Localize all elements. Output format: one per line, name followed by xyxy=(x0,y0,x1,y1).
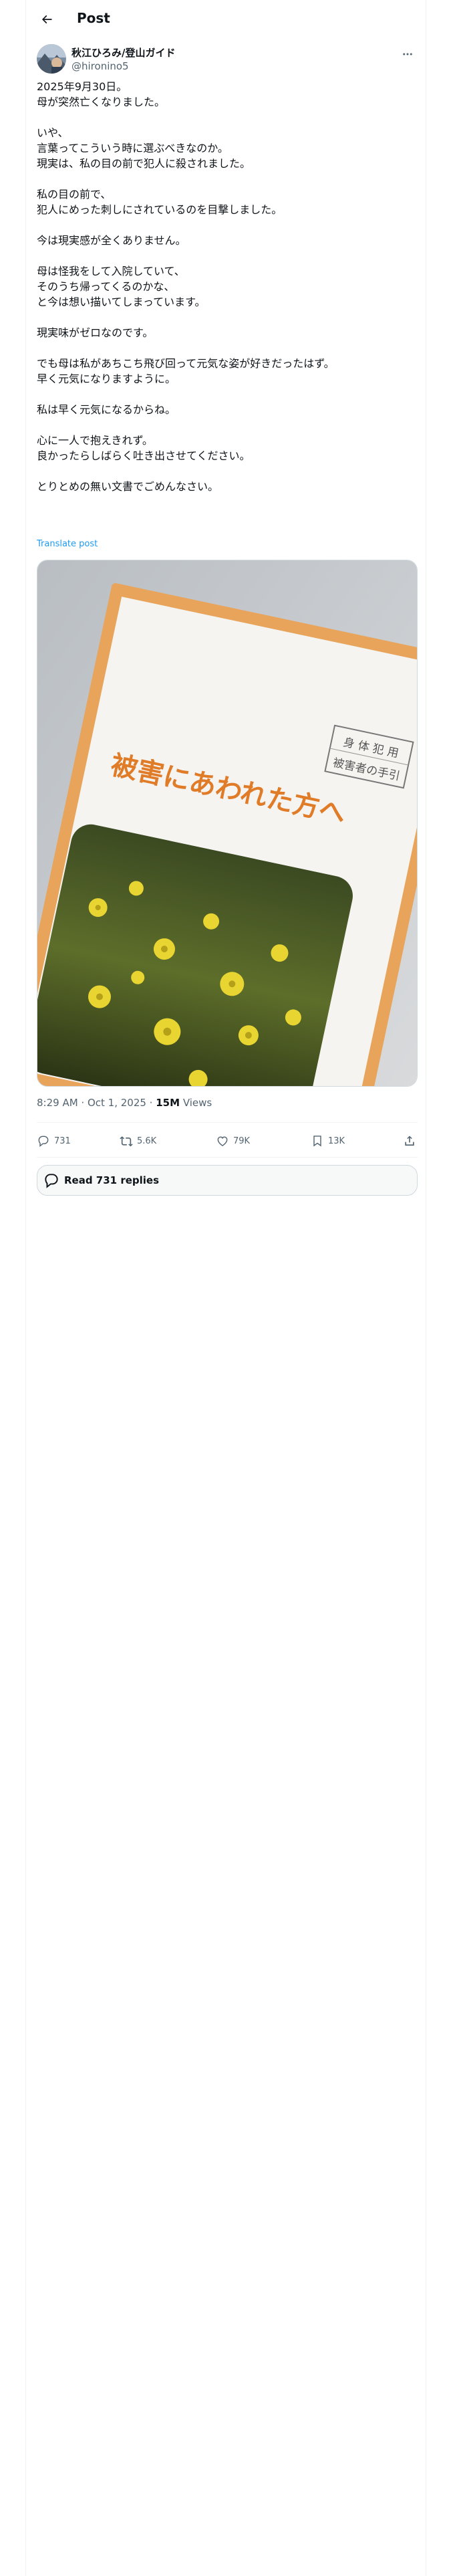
top-bar: Post xyxy=(26,0,427,39)
author-name[interactable]: 秋江ひろみ/登山ガイド xyxy=(71,45,175,60)
back-button[interactable] xyxy=(37,9,57,29)
speech-bubble-icon xyxy=(45,1174,58,1188)
post-image[interactable]: 身 体 犯 用 被害者の手引 被害にあわれた方へ xyxy=(37,560,418,1087)
like-button[interactable]: 79K xyxy=(216,1132,250,1150)
share-button[interactable] xyxy=(403,1132,416,1150)
views-count: 15M xyxy=(156,1097,180,1109)
like-icon xyxy=(217,1136,228,1146)
post-text: 2025年9月30日。 母が突然亡くなりました。 いや、 言葉ってこういう時に選… xyxy=(37,80,335,493)
share-icon xyxy=(405,1136,414,1146)
divider-bottom xyxy=(37,1157,418,1158)
views-label: Views xyxy=(180,1097,212,1109)
reply-count: 731 xyxy=(54,1136,71,1146)
read-replies-button[interactable]: Read 731 replies xyxy=(37,1165,418,1196)
like-count: 79K xyxy=(233,1136,251,1146)
post-meta: 8:29 AM · Oct 1, 2025 · 15M Views xyxy=(37,1097,212,1109)
bookmark-count: 13K xyxy=(328,1136,345,1146)
repost-icon xyxy=(120,1136,133,1147)
translate-post-link[interactable]: Translate post xyxy=(37,539,98,549)
main-column: Post 秋江ひろみ/登山ガイド @hironino5 2025年9月30日。 … xyxy=(25,0,426,2576)
bookmark-button[interactable]: 13K xyxy=(311,1132,345,1150)
reply-icon xyxy=(38,1136,49,1147)
booklet-photo: 身 体 犯 用 被害者の手引 被害にあわれた方へ xyxy=(37,560,417,1086)
read-replies-label: Read 731 replies xyxy=(64,1174,160,1186)
divider-top xyxy=(37,1122,418,1123)
back-arrow-icon xyxy=(41,15,52,24)
more-button[interactable] xyxy=(398,44,418,64)
repost-button[interactable]: 5.6K xyxy=(120,1132,156,1150)
avatar-image xyxy=(37,44,66,74)
post-timestamp[interactable]: 8:29 AM · Oct 1, 2025 · xyxy=(37,1097,156,1109)
avatar[interactable] xyxy=(37,44,66,74)
repost-count: 5.6K xyxy=(137,1136,157,1146)
more-icon xyxy=(403,53,412,56)
author-handle[interactable]: @hironino5 xyxy=(71,60,129,72)
reply-button[interactable]: 731 xyxy=(37,1132,71,1150)
bookmark-icon xyxy=(313,1136,321,1147)
page-title: Post xyxy=(77,10,110,26)
